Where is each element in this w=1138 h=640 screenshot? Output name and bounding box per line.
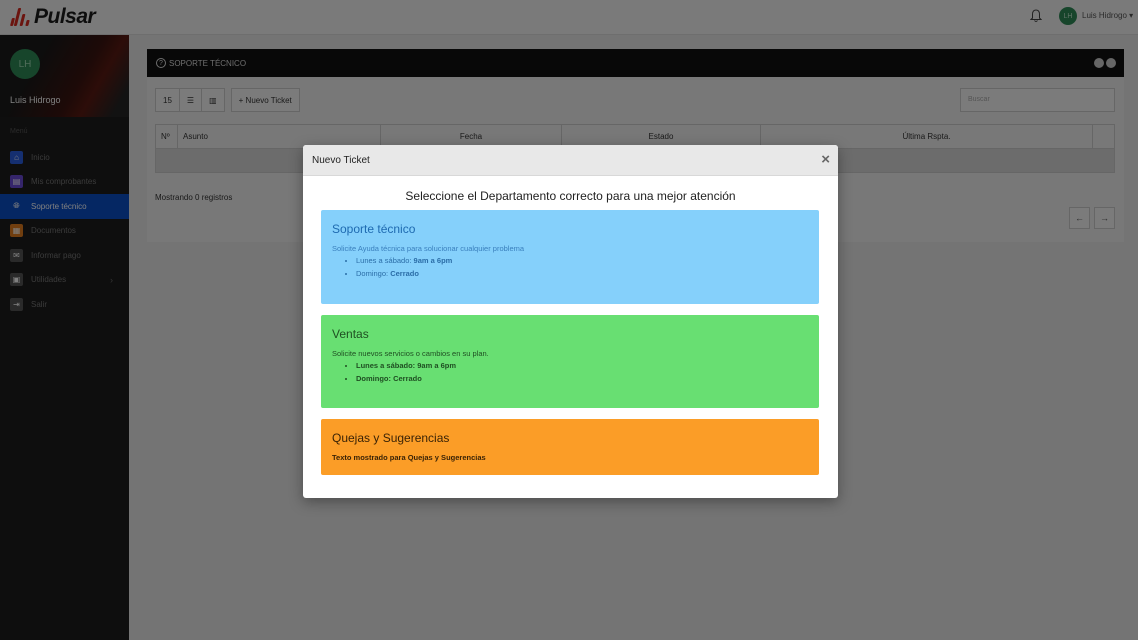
hours-sunday: Domingo: Cerrado <box>356 374 808 383</box>
department-title: Ventas <box>332 327 369 341</box>
department-card-soporte[interactable]: Soporte técnico Solicite Ayuda técnica p… <box>321 210 819 304</box>
modal-title: Nuevo Ticket <box>312 155 370 166</box>
close-icon[interactable]: × <box>821 151 830 168</box>
department-card-quejas[interactable]: Quejas y Sugerencias Texto mostrado para… <box>321 419 819 475</box>
department-title: Soporte técnico <box>332 222 416 236</box>
modal-lead-text: Seleccione el Departamento correcto para… <box>405 189 736 203</box>
department-description: Solicite Ayuda técnica para solucionar c… <box>332 244 525 253</box>
modal-header: Nuevo Ticket × <box>303 145 838 176</box>
department-card-ventas[interactable]: Ventas Solicite nuevos servicios o cambi… <box>321 315 819 408</box>
hours-sunday: Domingo: Cerrado <box>356 269 808 278</box>
hours-weekday: Lunes a sábado: 9am a 6pm <box>356 361 808 370</box>
department-hours: Lunes a sábado: 9am a 6pm Domingo: Cerra… <box>356 256 808 278</box>
department-title: Quejas y Sugerencias <box>332 431 450 445</box>
new-ticket-modal: Nuevo Ticket × Seleccione el Departament… <box>303 145 838 498</box>
department-hours: Lunes a sábado: 9am a 6pm Domingo: Cerra… <box>356 361 808 383</box>
department-description: Texto mostrado para Quejas y Sugerencias <box>332 453 486 462</box>
hours-weekday: Lunes a sábado: 9am a 6pm <box>356 256 808 265</box>
department-description: Solicite nuevos servicios o cambios en s… <box>332 349 489 358</box>
